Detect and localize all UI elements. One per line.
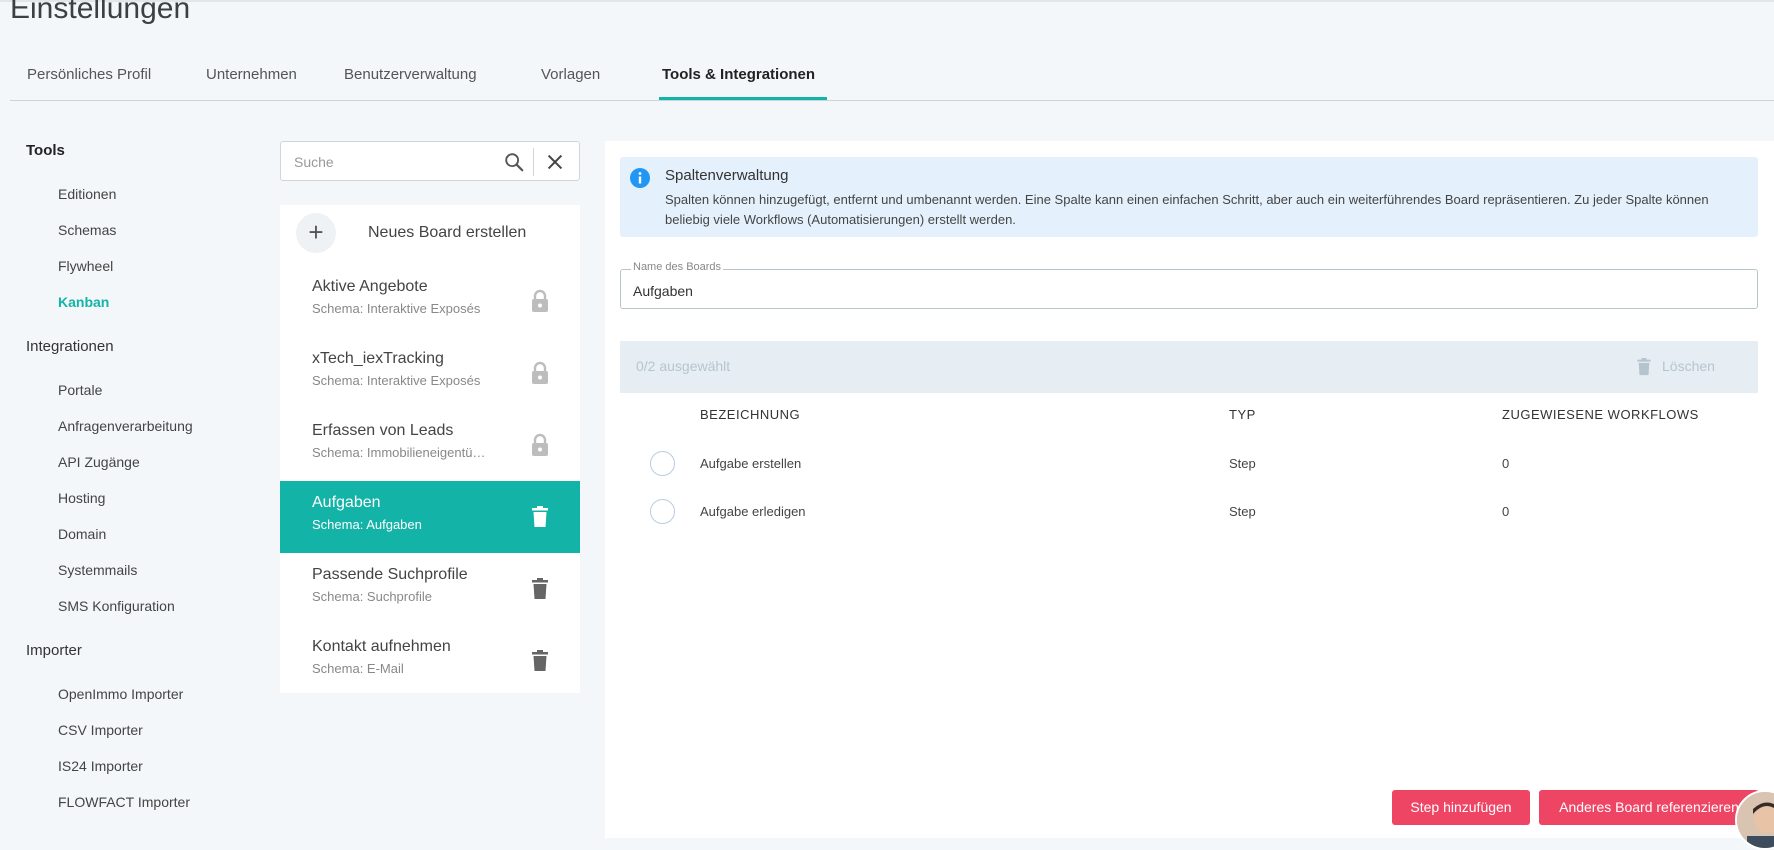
- board-name: xTech_iexTracking: [312, 350, 444, 367]
- board-search: [280, 141, 580, 181]
- reference-board-button[interactable]: Anderes Board referenzieren: [1539, 790, 1759, 825]
- board-item-passende-suchprofile[interactable]: Passende Suchprofile Schema: Suchprofile: [280, 553, 580, 625]
- sidebar-item-domain[interactable]: Domain: [58, 526, 106, 542]
- sidebar-group-importer: Importer: [26, 642, 82, 659]
- column-header-type[interactable]: TYP: [1229, 407, 1256, 422]
- column-header-name[interactable]: BEZEICHNUNG: [700, 407, 800, 422]
- tab-unternehmen[interactable]: Unternehmen: [206, 66, 297, 83]
- board-name: Aktive Angebote: [312, 278, 428, 295]
- board-schema: Schema: Aufgaben: [312, 517, 422, 532]
- board-name: Erfassen von Leads: [312, 422, 454, 439]
- tab-vorlagen[interactable]: Vorlagen: [541, 66, 600, 83]
- sidebar-item-flowfact-importer[interactable]: FLOWFACT Importer: [58, 794, 190, 810]
- info-icon: [630, 168, 650, 188]
- settings-tabs: Persönliches Profil Unternehmen Benutzer…: [10, 56, 1774, 101]
- sidebar-item-api-zugaenge[interactable]: API Zugänge: [58, 454, 140, 470]
- board-name-field: Name des Boards: [620, 261, 1758, 309]
- trash-icon[interactable]: [529, 649, 551, 673]
- add-step-button[interactable]: Step hinzufügen: [1392, 790, 1530, 825]
- trash-icon[interactable]: [529, 505, 551, 529]
- info-title: Spaltenverwaltung: [665, 167, 789, 184]
- row-type: Step: [1229, 504, 1256, 519]
- board-schema: Schema: E-Mail: [312, 661, 404, 676]
- sidebar-group-tools: Tools: [26, 142, 65, 159]
- sidebar-item-sms-konfiguration[interactable]: SMS Konfiguration: [58, 598, 175, 614]
- sidebar-item-editionen[interactable]: Editionen: [58, 186, 116, 202]
- close-icon[interactable]: [544, 151, 566, 173]
- trash-icon: [1635, 357, 1653, 377]
- row-workflows: 0: [1502, 504, 1510, 519]
- sidebar-item-flywheel[interactable]: Flywheel: [58, 258, 113, 274]
- board-schema: Schema: Immobilieneigentümer: [312, 445, 492, 460]
- lock-icon: [529, 289, 551, 313]
- board-item-erfassen-von-leads[interactable]: Erfassen von Leads Schema: Immobilieneig…: [280, 409, 580, 481]
- info-banner: Spaltenverwaltung Spalten können hinzuge…: [620, 157, 1758, 237]
- board-schema: Schema: Interaktive Exposés: [312, 373, 481, 388]
- row-name: Aufgabe erstellen: [700, 456, 802, 471]
- info-text: Spalten können hinzugefügt, entfernt und…: [665, 192, 1709, 227]
- search-icon[interactable]: [503, 151, 525, 173]
- sidebar-item-kanban[interactable]: Kanban: [58, 294, 109, 310]
- row-name: Aufgabe erledigen: [700, 504, 806, 519]
- board-name-input[interactable]: [633, 281, 1733, 301]
- board-name: Passende Suchprofile: [312, 566, 468, 583]
- sidebar-item-openimmo-importer[interactable]: OpenImmo Importer: [58, 686, 183, 702]
- sidebar-item-portale[interactable]: Portale: [58, 382, 102, 398]
- board-schema: Schema: Suchprofile: [312, 589, 432, 604]
- column-management-panel: Spaltenverwaltung Spalten können hinzuge…: [605, 141, 1774, 838]
- board-item-aktive-angebote[interactable]: Aktive Angebote Schema: Interaktive Expo…: [280, 265, 580, 337]
- row-workflows: 0: [1502, 456, 1510, 471]
- active-tab-indicator: [659, 97, 827, 100]
- tab-benutzerverwaltung[interactable]: Benutzerverwaltung: [344, 66, 477, 83]
- sidebar-item-anfragenverarbeitung[interactable]: Anfragenverarbeitung: [58, 418, 193, 434]
- board-name: Kontakt aufnehmen: [312, 638, 451, 655]
- sidebar-item-schemas[interactable]: Schemas: [58, 222, 116, 238]
- board-name: Aufgaben: [312, 494, 381, 511]
- column-header-workflows[interactable]: ZUGEWIESENE WORKFLOWS: [1502, 407, 1699, 422]
- board-list: + Neues Board erstellen Aktive Angebote …: [280, 205, 580, 693]
- new-board-label: Neues Board erstellen: [368, 224, 527, 241]
- row-select-radio[interactable]: [650, 451, 675, 476]
- tab-tools-integrationen[interactable]: Tools & Integrationen: [662, 66, 815, 83]
- top-border: [0, 0, 1774, 2]
- sidebar-item-is24-importer[interactable]: IS24 Importer: [58, 758, 143, 774]
- sidebar-group-integrationen: Integrationen: [26, 338, 114, 355]
- row-select-radio[interactable]: [650, 499, 675, 524]
- new-board-button[interactable]: + Neues Board erstellen: [280, 205, 580, 265]
- board-name-label: Name des Boards: [631, 261, 724, 273]
- plus-icon: +: [296, 213, 336, 253]
- page-title: Einstellungen: [10, 0, 191, 25]
- selection-toolbar: 0/2 ausgewählt Löschen: [620, 341, 1758, 393]
- delete-button[interactable]: Löschen: [1635, 355, 1745, 379]
- sidebar-item-csv-importer[interactable]: CSV Importer: [58, 722, 143, 738]
- row-type: Step: [1229, 456, 1256, 471]
- search-input[interactable]: [294, 151, 494, 173]
- board-schema: Schema: Interaktive Exposés: [312, 301, 481, 316]
- board-item-kontakt-aufnehmen[interactable]: Kontakt aufnehmen Schema: E-Mail: [280, 625, 580, 697]
- board-item-xtech-iextracking[interactable]: xTech_iexTracking Schema: Interaktive Ex…: [280, 337, 580, 409]
- sidebar-item-hosting[interactable]: Hosting: [58, 490, 105, 506]
- search-divider: [533, 148, 534, 176]
- board-item-aufgaben[interactable]: Aufgaben Schema: Aufgaben: [280, 481, 580, 553]
- delete-label: Löschen: [1662, 358, 1715, 374]
- tab-persoenliches-profil[interactable]: Persönliches Profil: [27, 66, 151, 83]
- trash-icon[interactable]: [529, 577, 551, 601]
- lock-icon: [529, 361, 551, 385]
- sidebar-item-systemmails[interactable]: Systemmails: [58, 562, 137, 578]
- selection-count: 0/2 ausgewählt: [636, 358, 731, 374]
- lock-icon: [529, 433, 551, 457]
